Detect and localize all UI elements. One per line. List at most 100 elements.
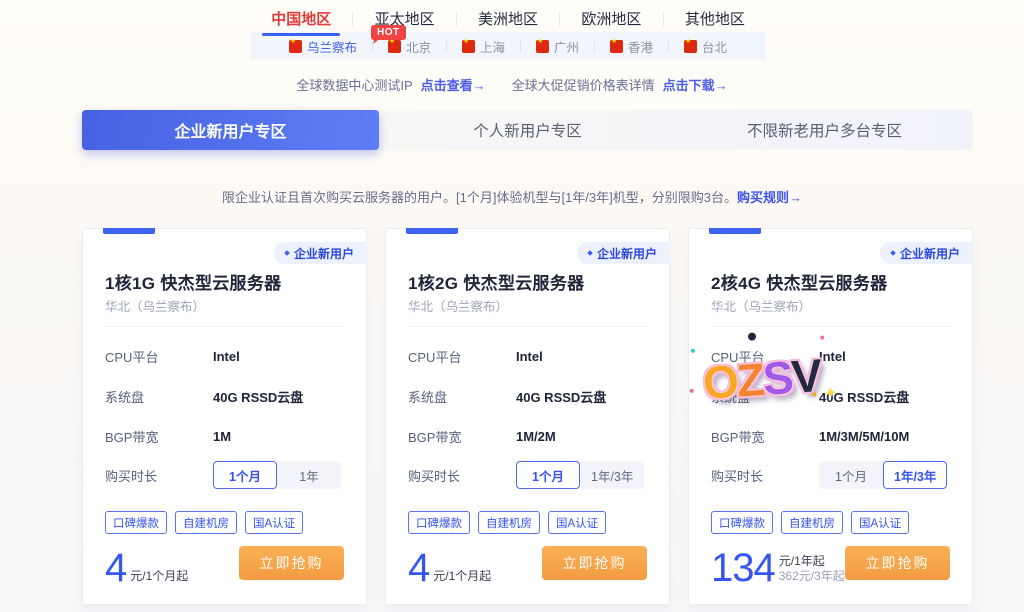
region-tab-label: 其他地区 [685,8,745,29]
spec-value: Intel [516,349,543,364]
city-tab[interactable]: 广州 [521,37,594,56]
feature-tag: 自建机房 [478,511,540,534]
city-tab-label: 香港 [628,37,653,56]
spec-label: CPU平台 [711,347,819,366]
price-unit: 元/1个月起 [130,569,188,584]
region-tab[interactable]: 中国地区 [250,4,352,33]
spec-list: CPU平台 Intel 系统盘 40G RSSD云盘 BGP带宽 1M/3M/5… [711,348,954,468]
card-title: 1核2G 快杰型云服务器 [408,269,584,294]
price-unit: 元/1个月起 [433,569,491,584]
hot-badge: HOT [371,25,406,40]
duration-option[interactable]: 1年/3年 [883,461,947,489]
spec-row: CPU平台 Intel [105,348,348,364]
section-tab-label: 个人新用户专区 [473,119,582,141]
spec-label: BGP带宽 [105,427,213,446]
price-amount: 4 [105,550,126,586]
city-tab[interactable]: 乌兰察布 [274,37,372,56]
spec-row: 系统盘 40G RSSD云盘 [711,388,954,404]
feature-tag: 国A认证 [851,511,909,534]
spec-label: BGP带宽 [711,427,819,446]
enterprise-user-badge: 企业新用户 [577,242,670,264]
tag-list: 口碑爆款自建机房国A认证 [408,511,606,534]
city-tab-label: 北京 [406,37,431,56]
card-region: 华北（乌兰察布） [711,296,811,315]
server-card: 企业新用户 2核4G 快杰型云服务器 华北（乌兰察布） CPU平台 Intel … [688,228,973,605]
card-region: 华北（乌兰察布） [105,296,205,315]
price-block: 4 元/1个月起 [105,550,188,586]
card-badge-label: 企业新用户 [597,245,657,262]
china-flag-icon [536,40,549,53]
section-tab[interactable]: 个人新用户专区 [379,110,676,150]
price-secondary: 362元/3年起 [779,569,845,584]
purchase-rules-link[interactable]: 购买规则→ [737,190,802,205]
spec-row: BGP带宽 1M/2M [408,428,651,444]
links-row: 全球数据中心测试IP 点击查看→ 全球大促促销价格表详情点击下载→ [0,75,1024,94]
server-card: 企业新用户 1核1G 快杰型云服务器 华北（乌兰察布） CPU平台 Intel … [82,228,367,605]
price-block: 4 元/1个月起 [408,550,491,586]
spec-value: 40G RSSD云盘 [213,387,303,406]
spec-label: CPU平台 [408,347,516,366]
section-tab-label: 不限新老用户多台专区 [747,119,902,141]
duration-label: 购买时长 [711,466,819,485]
price-amount: 134 [711,550,775,586]
china-flag-icon [610,40,623,53]
china-flag-icon [462,40,475,53]
duration-label: 购买时长 [105,466,213,485]
enterprise-user-badge: 企业新用户 [274,242,367,264]
card-accent-bar [103,228,155,234]
view-ip-link[interactable]: 点击查看→ [421,78,486,93]
city-tab-label: 上海 [480,37,505,56]
city-tab[interactable]: 台北 [669,37,742,56]
duration-row: 购买时长 1个月1年/3年 [711,461,954,489]
city-tab-label: 乌兰察布 [307,37,357,56]
duration-option[interactable]: 1个月 [516,461,580,489]
badge-dot-icon [284,250,290,256]
duration-label: 购买时长 [408,466,516,485]
tag-list: 口碑爆款自建机房国A认证 [105,511,303,534]
price-table-label: 全球大促促销价格表详情 [512,78,655,93]
section-tab[interactable]: 企业新用户专区 [82,110,379,150]
buy-button[interactable]: 立即抢购 [542,546,647,580]
divider [105,326,344,327]
spec-row: BGP带宽 1M [105,428,348,444]
spec-value: 40G RSSD云盘 [819,387,909,406]
section-tab[interactable]: 不限新老用户多台专区 [676,110,973,150]
city-tab[interactable]: 香港 [595,37,668,56]
purchase-notice: 限企业认证且首次购买云服务器的用户。[1个月]体验机型与[1年/3年]机型，分别… [0,187,1024,206]
card-title: 1核1G 快杰型云服务器 [105,269,281,294]
datacenter-ip-label: 全球数据中心测试IP [296,78,412,93]
spec-list: CPU平台 Intel 系统盘 40G RSSD云盘 BGP带宽 1M [105,348,348,468]
card-accent-bar [709,228,761,234]
tag-list: 口碑爆款自建机房国A认证 [711,511,909,534]
spec-value: 1M/3M/5M/10M [819,429,909,444]
region-tab[interactable]: 欧洲地区 [560,4,662,33]
buy-button[interactable]: 立即抢购 [239,546,344,580]
duration-option[interactable]: 1个月 [213,461,277,489]
notice-text: 限企业认证且首次购买云服务器的用户。[1个月]体验机型与[1年/3年]机型，分别… [222,190,737,205]
city-tab-label: 广州 [554,37,579,56]
price-amount: 4 [408,550,429,586]
duration-option[interactable]: 1年 [277,461,341,489]
spec-row: BGP带宽 1M/3M/5M/10M [711,428,954,444]
city-tab[interactable]: 上海 [447,37,520,56]
price-suffix: 元/1年起 362元/3年起 [779,554,845,584]
card-list: 企业新用户 1核1G 快杰型云服务器 华北（乌兰察布） CPU平台 Intel … [82,228,973,605]
china-flag-icon [289,40,302,53]
feature-tag: 自建机房 [781,511,843,534]
duration-option[interactable]: 1个月 [819,461,883,489]
spec-row: CPU平台 Intel [711,348,954,364]
duration-options: 1个月1年 [213,461,341,489]
spec-label: 系统盘 [408,387,516,406]
region-tab[interactable]: 其他地区 [664,4,766,33]
download-price-link[interactable]: 点击下载→ [663,78,728,93]
city-nav: 乌兰察布 北京 上海 广州 香港 台北 [250,32,766,60]
duration-row: 购买时长 1个月1年/3年 [408,461,651,489]
spec-label: BGP带宽 [408,427,516,446]
buy-button[interactable]: 立即抢购 [845,546,950,580]
feature-tag: 口碑爆款 [408,511,470,534]
price-suffix: 元/1个月起 [130,569,188,584]
region-tab[interactable]: 美洲地区 [457,4,559,33]
duration-option[interactable]: 1年/3年 [580,461,644,489]
spec-label: 系统盘 [711,387,819,406]
china-flag-icon [684,40,697,53]
